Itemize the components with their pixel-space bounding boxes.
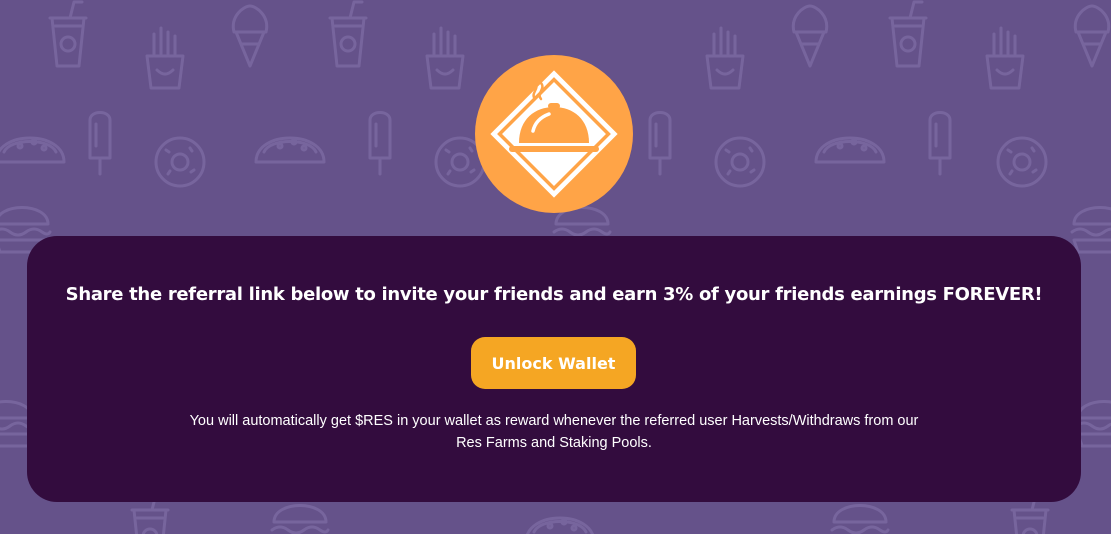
unlock-wallet-button[interactable]: Unlock Wallet xyxy=(471,337,636,389)
cloche-icon xyxy=(490,70,618,198)
referral-card: Share the referral link below to invite … xyxy=(27,236,1081,502)
referral-headline: Share the referral link below to invite … xyxy=(65,284,1043,305)
referral-reward-note: You will automatically get $RES in your … xyxy=(147,410,961,454)
referral-note-line-1: You will automatically get $RES in your … xyxy=(189,413,919,429)
restaurant-logo xyxy=(475,55,633,213)
referral-note-line-2: Res Farms and Staking Pools. xyxy=(456,435,652,451)
